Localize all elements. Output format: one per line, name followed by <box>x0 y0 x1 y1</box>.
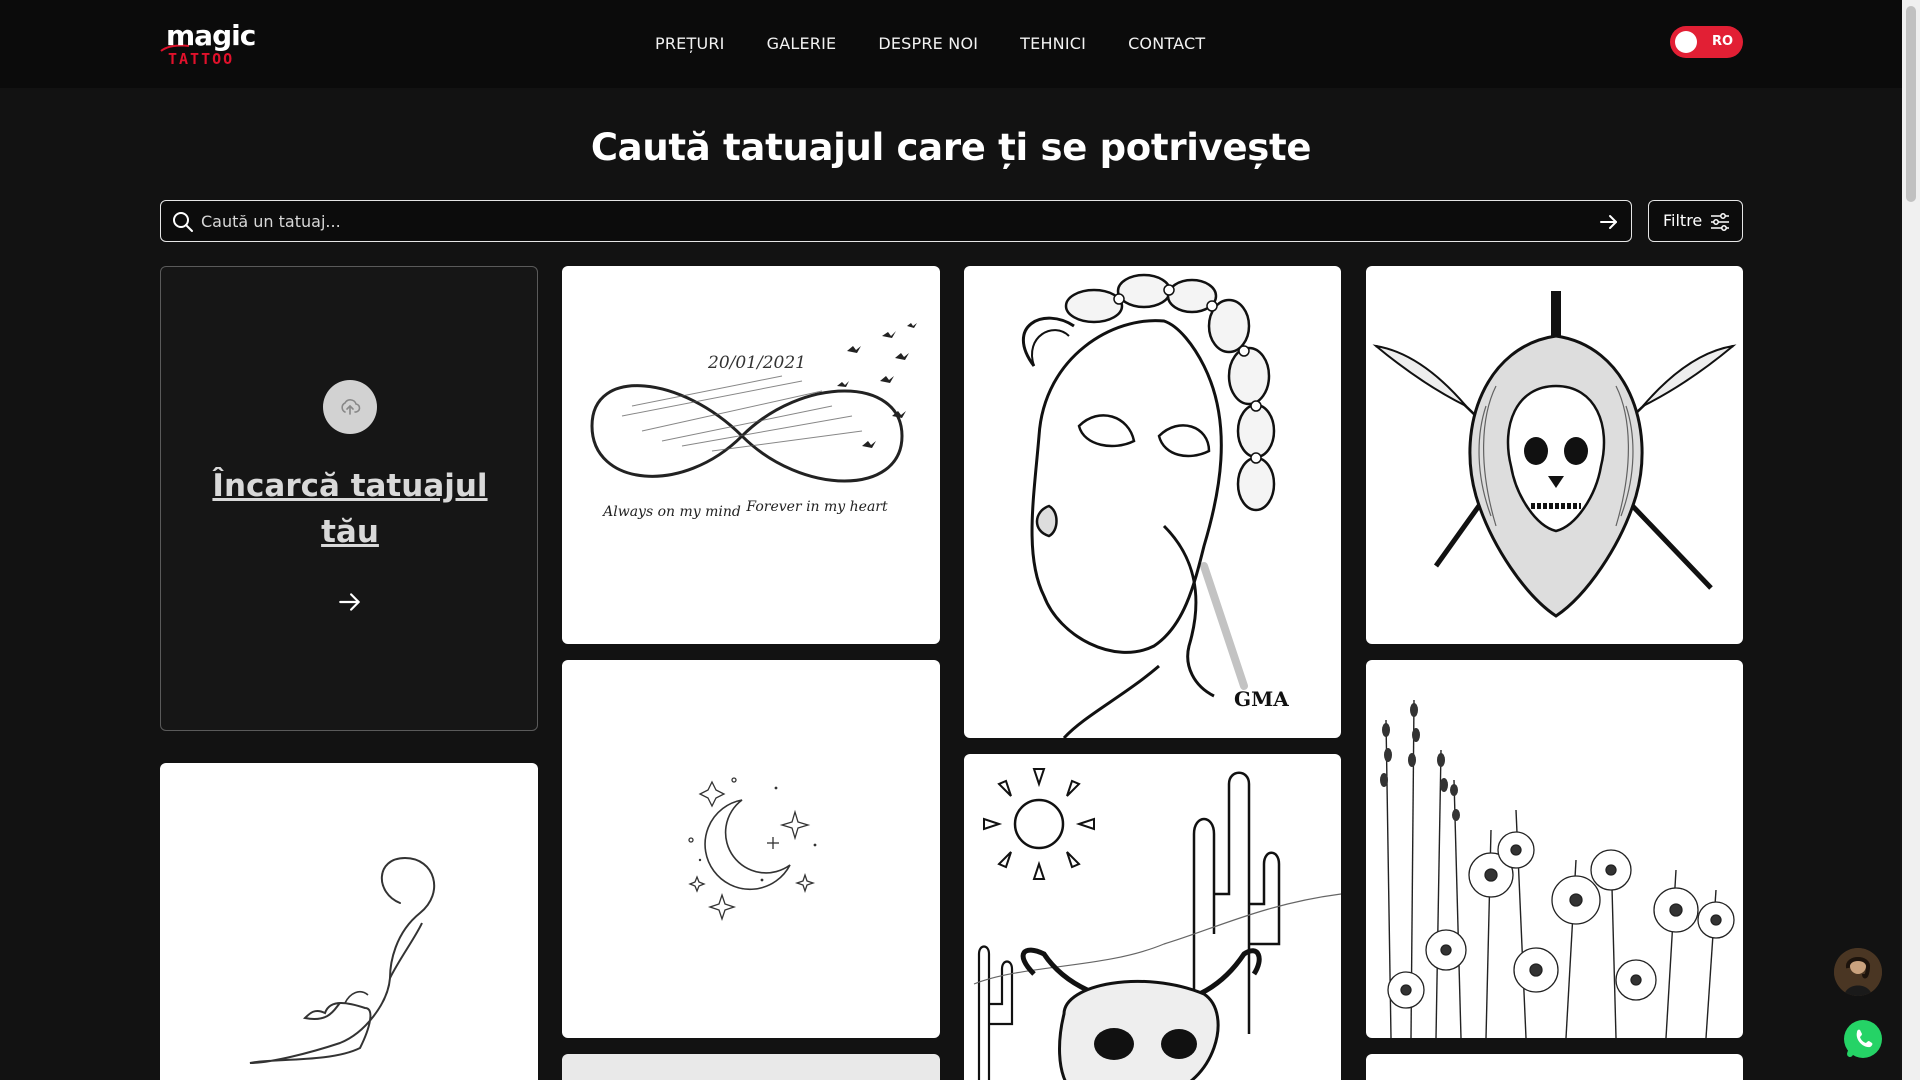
search-submit-icon[interactable] <box>1597 210 1621 234</box>
page-title: Caută tatuajul care ți se potrivește <box>590 126 1312 169</box>
logo[interactable]: magic TATTOO <box>160 21 256 69</box>
tattoo-card-partial-2[interactable] <box>1366 1054 1743 1080</box>
upload-circle <box>323 380 377 434</box>
feather-left-text: Always on my mind <box>601 504 741 520</box>
main-nav: PREȚURI GALERIE DESPRE NOI TEHNICI CONTA… <box>655 32 1205 56</box>
chat-avatar[interactable] <box>1834 948 1882 996</box>
tattoo-card-partial[interactable] <box>562 1054 940 1080</box>
tattoo-card-wildflowers[interactable] <box>1366 660 1743 1038</box>
sliders-icon <box>1711 213 1729 231</box>
artist-avatar-icon <box>1834 948 1882 996</box>
scrollbar-thumb[interactable] <box>1906 6 1916 202</box>
logo-text-magic: magic <box>166 19 256 52</box>
language-toggle[interactable]: RO <box>1670 26 1743 58</box>
filter-button[interactable]: Filtre <box>1648 200 1743 242</box>
toggle-knob <box>1675 31 1697 53</box>
girl-signature-text: GMA <box>1234 687 1289 711</box>
upload-label: Încarcă tatuajul tău <box>212 468 488 550</box>
nav-despre-noi[interactable]: DESPRE NOI <box>878 32 978 56</box>
logo-text-tattoo: TATTOO <box>168 50 235 68</box>
nav-tehnici[interactable]: TEHNICI <box>1020 32 1086 56</box>
feather-infinity-image: 20/01/2021 Always on my mind Forever in … <box>590 323 917 520</box>
girl-portrait-image: GMA <box>1021 273 1289 738</box>
tribal-mask-image <box>1372 291 1737 618</box>
page-scrollbar[interactable] <box>1902 0 1920 1080</box>
upload-tattoo-card[interactable]: Încarcă tatuajul tău <box>160 266 538 731</box>
cat-line-art-image <box>249 856 436 1064</box>
upload-cloud-icon <box>341 399 361 415</box>
site-header: magic TATTOO PREȚURI GALERIE DESPRE NOI … <box>0 0 1902 88</box>
desert-skull-image <box>973 768 1341 1080</box>
whatsapp-icon[interactable] <box>1842 1018 1884 1060</box>
nav-galerie[interactable]: GALERIE <box>767 32 837 56</box>
feather-date-text: 20/01/2021 <box>707 353 806 373</box>
wildflowers-image <box>1380 699 1735 1038</box>
tattoo-card-girl-portrait[interactable]: GMA <box>964 266 1341 738</box>
tattoo-card-desert-skull[interactable] <box>964 754 1341 1080</box>
search-icon <box>173 212 193 232</box>
nav-preturi[interactable]: PREȚURI <box>655 32 725 56</box>
arrow-right-icon <box>339 593 360 611</box>
filter-label: Filtre <box>1663 211 1703 230</box>
tattoo-card-cat[interactable] <box>160 763 538 1080</box>
tattoo-card-feather-infinity[interactable]: 20/01/2021 Always on my mind Forever in … <box>562 266 940 644</box>
feather-right-text: Forever in my heart <box>745 499 888 515</box>
search-bar <box>160 200 1632 242</box>
language-label: RO <box>1712 34 1734 49</box>
tattoo-card-moon-stars[interactable] <box>562 660 940 1038</box>
nav-contact[interactable]: CONTACT <box>1128 32 1205 56</box>
moon-stars-image <box>688 777 817 922</box>
search-input[interactable] <box>201 209 1561 233</box>
tattoo-card-tribal-mask[interactable] <box>1366 266 1743 644</box>
